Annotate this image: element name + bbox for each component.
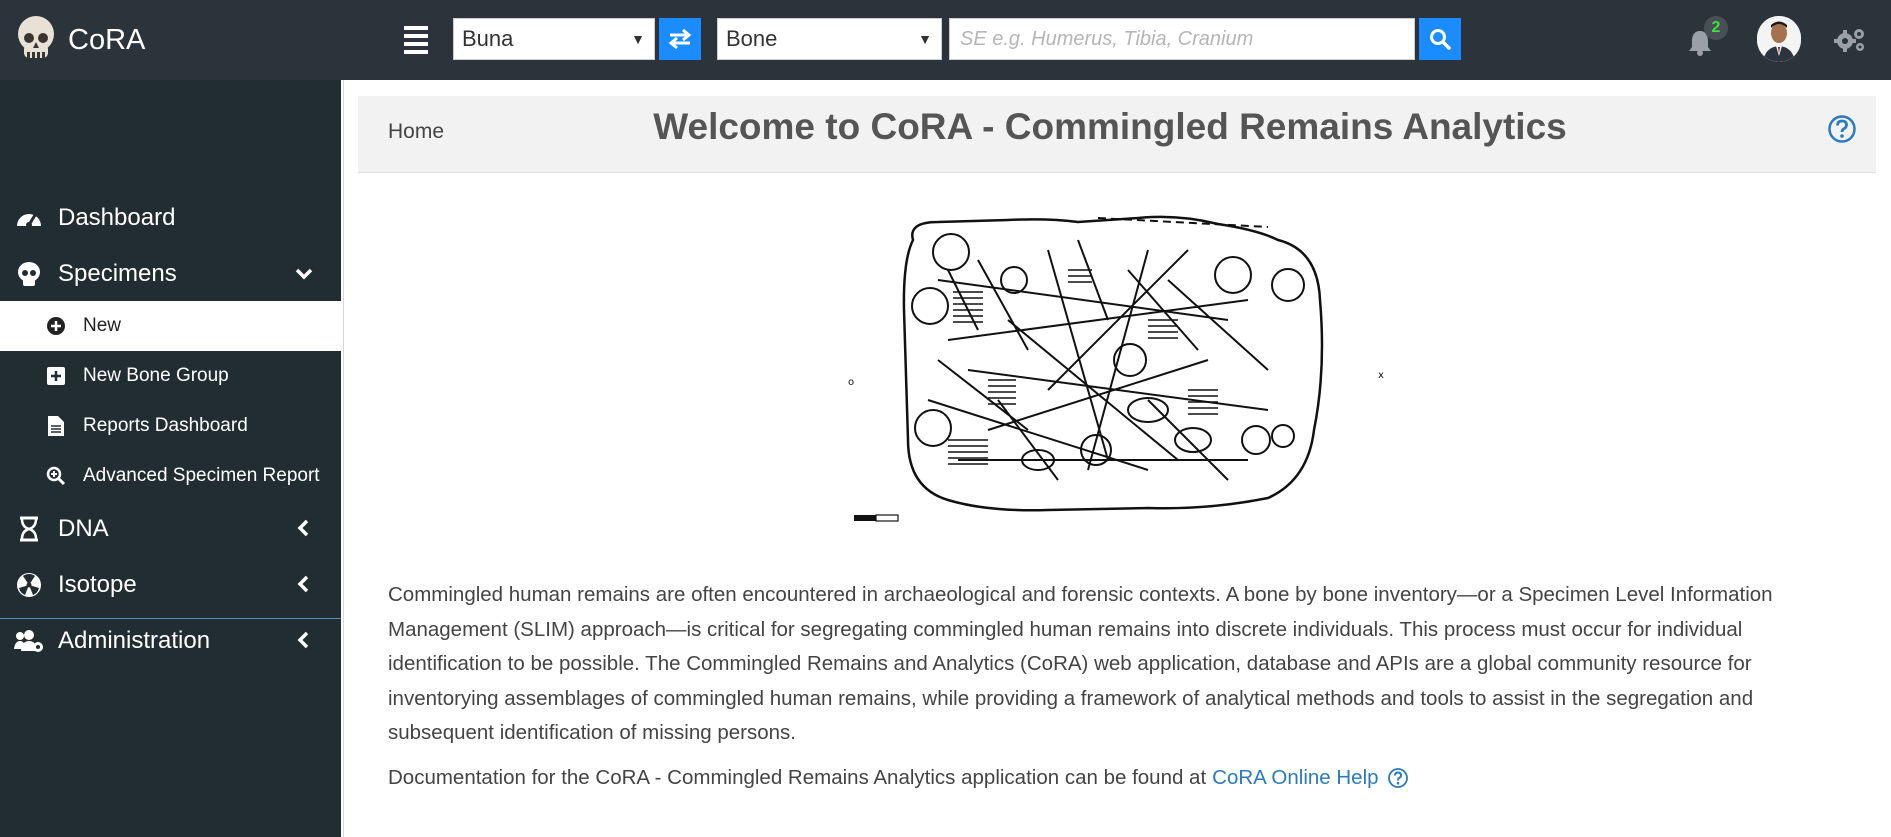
sidebar-item-new[interactable]: New bbox=[0, 301, 341, 351]
chevron-left-icon bbox=[297, 631, 309, 649]
project-select-value: Buna bbox=[462, 26, 514, 51]
svg-text:o: o bbox=[848, 377, 854, 388]
plus-circle-icon bbox=[45, 315, 67, 337]
sidebar-divider bbox=[0, 618, 341, 619]
chevron-left-icon bbox=[297, 519, 309, 537]
chevron-down-icon bbox=[295, 268, 313, 280]
gears-icon[interactable] bbox=[1833, 26, 1867, 54]
sidebar: Dashboard Specimens New New Bone Group R… bbox=[0, 80, 341, 837]
svg-text:x: x bbox=[1378, 370, 1384, 381]
type-select-value: Bone bbox=[726, 26, 778, 51]
search-button[interactable] bbox=[1419, 18, 1461, 60]
type-select[interactable]: Bone ▼ bbox=[717, 18, 942, 60]
tachometer-icon bbox=[14, 203, 44, 233]
sidebar-item-new-bone-group[interactable]: New Bone Group bbox=[0, 351, 341, 401]
breadcrumb[interactable]: Home bbox=[388, 120, 444, 144]
sidebar-item-dna[interactable]: DNA bbox=[0, 503, 341, 555]
file-icon bbox=[45, 415, 67, 437]
plus-square-icon bbox=[45, 365, 67, 387]
question-circle-icon[interactable] bbox=[1827, 114, 1857, 144]
app-name: CoRA bbox=[68, 23, 146, 56]
sidebar-item-advanced-specimen-report[interactable]: Advanced Specimen Report bbox=[0, 451, 341, 501]
radiation-icon bbox=[14, 570, 44, 600]
sidebar-item-label: Reports Dashboard bbox=[83, 415, 248, 436]
search-icon bbox=[1430, 29, 1451, 50]
question-circle-icon[interactable] bbox=[1387, 767, 1409, 789]
project-select[interactable]: Buna ▼ bbox=[453, 18, 655, 60]
notification-badge: 2 bbox=[1704, 16, 1728, 40]
sidebar-item-label: Advanced Specimen Report bbox=[83, 465, 320, 486]
caret-down-icon: ▼ bbox=[631, 31, 645, 47]
documentation-text: Documentation for the CoRA - Commingled … bbox=[388, 766, 1207, 789]
sidebar-item-label: New Bone Group bbox=[83, 365, 229, 386]
sidebar-item-label: New bbox=[83, 315, 122, 336]
sidebar-item-reports-dashboard[interactable]: Reports Dashboard bbox=[0, 401, 341, 451]
hourglass-icon bbox=[14, 514, 44, 544]
avatar[interactable] bbox=[1757, 16, 1801, 62]
skull-icon bbox=[14, 259, 44, 289]
sidebar-item-dashboard[interactable]: Dashboard bbox=[0, 192, 341, 244]
commingled-remains-illustration: o x bbox=[848, 215, 1384, 522]
online-help-link[interactable]: CoRA Online Help bbox=[1212, 766, 1378, 790]
users-cog-icon bbox=[14, 626, 44, 656]
skull-logo-icon bbox=[18, 16, 54, 58]
sidebar-toggle-button[interactable] bbox=[404, 26, 428, 54]
documentation-line: Documentation for the CoRA - Commingled … bbox=[388, 766, 1409, 790]
brand[interactable]: CoRA bbox=[14, 14, 145, 66]
top-navbar: CoRA Buna ▼ Bone ▼ 2 bbox=[0, 0, 1891, 80]
page-title: Welcome to CoRA - Commingled Remains Ana… bbox=[653, 106, 1567, 147]
intro-paragraph: Commingled human remains are often encou… bbox=[388, 583, 1773, 744]
exchange-icon bbox=[668, 28, 692, 50]
search-input[interactable] bbox=[949, 18, 1415, 60]
search-plus-icon bbox=[45, 465, 67, 487]
swap-button[interactable] bbox=[659, 18, 701, 60]
sidebar-item-specimens[interactable]: Specimens bbox=[0, 248, 341, 300]
chevron-left-icon bbox=[297, 575, 309, 593]
sidebar-item-label: Dashboard bbox=[58, 204, 176, 231]
sidebar-item-label: Specimens bbox=[58, 260, 177, 287]
sidebar-item-label: Isotope bbox=[58, 571, 137, 598]
sidebar-item-label: DNA bbox=[58, 515, 109, 542]
sidebar-item-administration[interactable]: Administration bbox=[0, 615, 341, 667]
sidebar-item-label: Administration bbox=[58, 627, 211, 654]
sidebar-item-isotope[interactable]: Isotope bbox=[0, 559, 341, 611]
caret-down-icon: ▼ bbox=[918, 31, 932, 47]
